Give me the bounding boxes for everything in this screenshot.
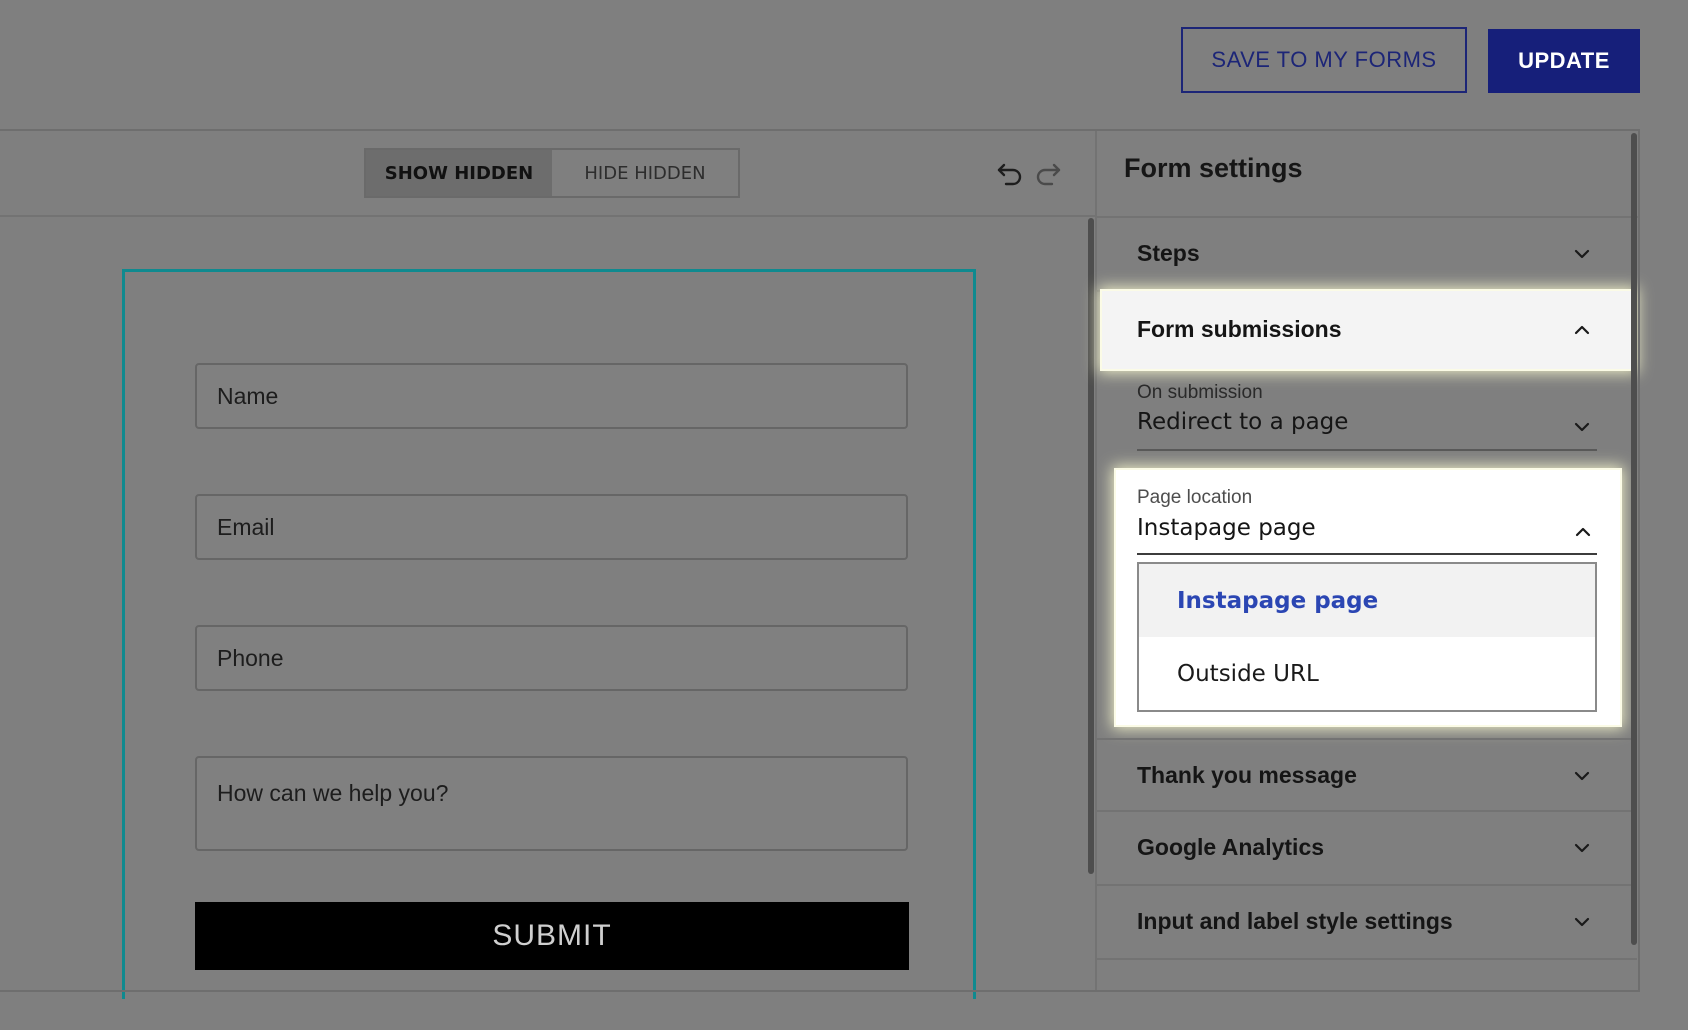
save-to-my-forms-button[interactable]: SAVE TO MY FORMS [1181,27,1467,93]
option-outside-url[interactable]: Outside URL [1139,637,1595,710]
panel-title: Form settings [1124,153,1303,183]
hide-hidden-button[interactable]: HIDE HIDDEN [552,150,738,196]
section-label: Thank you message [1137,762,1357,788]
panel-scrollbar[interactable] [1631,133,1637,945]
undo-icon[interactable] [995,159,1025,189]
chevron-down-icon [1574,249,1590,259]
top-bar: SAVE TO MY FORMS UPDATE [0,0,1688,130]
submit-button[interactable]: SUBMIT [195,902,909,970]
section-label: Form submissions [1137,316,1342,342]
phone-field[interactable]: Phone [195,625,908,691]
redo-icon[interactable] [1033,159,1063,189]
form-settings-panel: Form settings Steps Form submissions On … [1095,131,1640,990]
chevron-up-icon[interactable] [1572,521,1594,543]
chevron-up-icon [1574,325,1590,335]
page-location-select[interactable]: Instapage page [1137,515,1316,541]
on-submission-label: On submission [1137,382,1263,403]
update-button[interactable]: UPDATE [1488,29,1640,93]
section-label: Steps [1137,240,1200,266]
email-field[interactable]: Email [195,494,908,560]
page-location-dropdown: Page location Instapage page Instapage p… [1116,470,1620,725]
panel-right-border [1638,131,1640,992]
form-block[interactable]: Name Email Phone How can we help you? SU… [122,269,976,999]
section-input-label-style[interactable]: Input and label style settings [1097,886,1637,960]
message-field[interactable]: How can we help you? [195,756,908,851]
section-google-analytics[interactable]: Google Analytics [1097,812,1637,886]
option-instapage-page[interactable]: Instapage page [1139,564,1595,637]
page-location-underline [1137,553,1597,555]
chevron-down-icon[interactable] [1571,416,1593,438]
chevron-down-icon [1574,843,1590,853]
section-steps[interactable]: Steps [1097,218,1637,292]
on-submission-underline [1137,449,1597,451]
editor-canvas: Name Email Phone How can we help you? SU… [0,217,1088,999]
section-thank-you-message[interactable]: Thank you message [1097,738,1637,812]
name-field[interactable]: Name [195,363,908,429]
section-label: Google Analytics [1137,834,1325,860]
editor-toolbar: SHOW HIDDEN HIDE HIDDEN [0,131,1095,217]
chevron-down-icon [1574,771,1590,781]
section-label: Input and label style settings [1137,908,1453,934]
on-submission-select[interactable]: Redirect to a page [1137,409,1348,435]
hidden-toggle: SHOW HIDDEN HIDE HIDDEN [364,148,740,198]
canvas-scrollbar[interactable] [1088,218,1094,874]
bottom-divider [0,990,1640,992]
show-hidden-button[interactable]: SHOW HIDDEN [366,150,552,196]
page-location-menu: Instapage page Outside URL [1137,562,1597,712]
chevron-down-icon [1574,917,1590,927]
section-form-submissions[interactable]: Form submissions [1102,291,1634,369]
page-location-label: Page location [1137,487,1253,508]
